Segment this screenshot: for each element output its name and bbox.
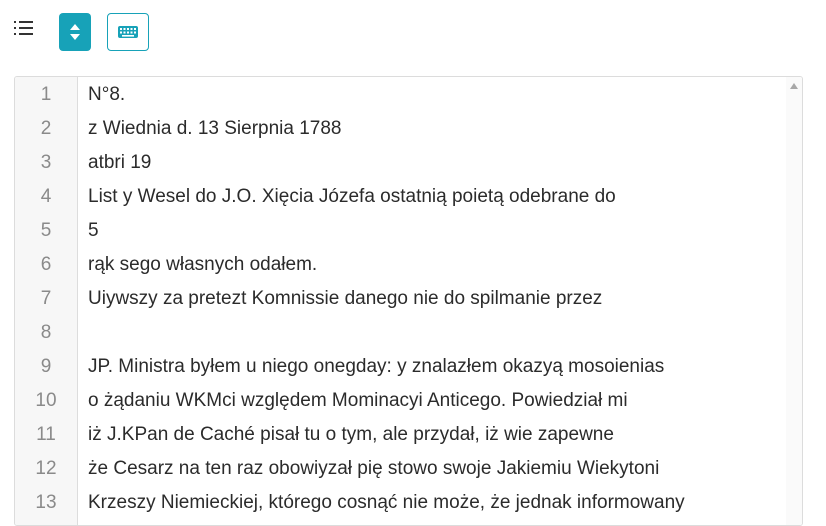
line-text[interactable]: rąk sego własnych odałem.	[88, 248, 317, 282]
editor-line[interactable]: 9 JP. Ministra byłem u niego onegday: y …	[15, 350, 787, 384]
editor-lines: 1 N°8. 2 z Wiednia d. 13 Sierpnia 1788 3…	[15, 78, 787, 520]
editor-line[interactable]: 13 Krzeszy Niemieckiej, którego cosnąć n…	[15, 486, 787, 520]
line-text[interactable]: z Wiednia d. 13 Sierpnia 1788	[88, 112, 342, 146]
line-text[interactable]: że Cesarz na ten raz obowiyzał pię stowo…	[88, 452, 659, 486]
line-text[interactable]: iż J.KPan de Caché pisał tu o tym, ale p…	[88, 418, 614, 452]
editor-line[interactable]: 6 rąk sego własnych odałem.	[15, 248, 787, 282]
editor-line[interactable]: 10 o żądaniu WKMci względem Mominacyi An…	[15, 384, 787, 418]
sort-up-down-icon	[70, 24, 80, 40]
editor-line[interactable]: 12 że Cesarz na ten raz obowiyzał pię st…	[15, 452, 787, 486]
sort-toggle-button[interactable]	[59, 13, 91, 51]
line-text[interactable]: o żądaniu WKMci względem Mominacyi Antic…	[88, 384, 628, 418]
line-text[interactable]: 5	[88, 214, 99, 248]
editor-line[interactable]: 3 atbri 19	[15, 146, 787, 180]
line-text[interactable]: JP. Ministra byłem u niego onegday: y zn…	[88, 350, 664, 384]
editor-line[interactable]: 5 5	[15, 214, 787, 248]
line-text[interactable]: Uiywszy za pretezt Komnissie danego nie …	[88, 282, 602, 316]
line-text[interactable]: N°8.	[88, 78, 125, 112]
line-number: 11	[36, 424, 56, 445]
editor-line[interactable]: 2 z Wiednia d. 13 Sierpnia 1788	[15, 112, 787, 146]
line-text[interactable]: Krzeszy Niemieckiej, którego cosnąć nie …	[88, 486, 685, 520]
editor-line[interactable]: 1 N°8.	[15, 78, 787, 112]
line-number: 12	[35, 458, 57, 479]
editor-line[interactable]: 7 Uiywszy za pretezt Komnissie danego ni…	[15, 282, 787, 316]
line-number: 7	[40, 288, 52, 309]
line-number: 4	[40, 186, 52, 207]
toolbar	[0, 0, 826, 60]
editor-line[interactable]: 4 List y Wesel do J.O. Xięcia Józefa ost…	[15, 180, 787, 214]
keyboard-icon	[118, 26, 138, 38]
text-editor[interactable]: 1 N°8. 2 z Wiednia d. 13 Sierpnia 1788 3…	[14, 76, 803, 526]
line-number: 8	[40, 322, 52, 343]
line-number: 10	[35, 390, 57, 411]
editor-line[interactable]: 8	[15, 316, 787, 350]
line-text[interactable]: List y Wesel do J.O. Xięcia Józefa ostat…	[88, 180, 616, 214]
line-number: 9	[40, 356, 52, 377]
line-number: 13	[35, 492, 57, 513]
list-numbered-icon[interactable]	[12, 16, 36, 40]
vertical-scrollbar[interactable]	[786, 77, 802, 525]
line-number: 1	[40, 84, 52, 105]
line-number: 6	[40, 254, 52, 275]
keyboard-button[interactable]	[107, 13, 149, 51]
line-text[interactable]: atbri 19	[88, 146, 151, 180]
editor-line[interactable]: 11 iż J.KPan de Caché pisał tu o tym, al…	[15, 418, 787, 452]
line-number: 5	[40, 220, 52, 241]
scroll-up-arrow-icon[interactable]	[790, 83, 798, 89]
line-number: 3	[40, 152, 52, 173]
line-number: 2	[40, 118, 52, 139]
